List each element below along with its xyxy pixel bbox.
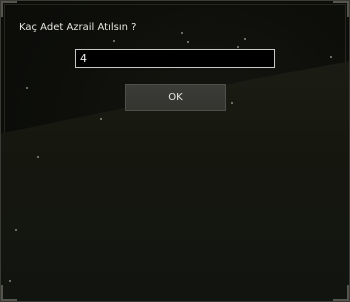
ok-button[interactable]: OK [125,84,226,111]
background-star [187,41,189,43]
background-star [26,87,28,89]
background-star [15,229,17,231]
background-star [181,32,183,34]
background-star [330,56,332,58]
quantity-dialog: Kaç Adet Azrail Atılsın ? OK [0,0,350,302]
background-star [231,102,233,104]
background-star [37,156,39,158]
background-star [9,280,11,282]
background-star [100,118,102,120]
frame-corner-top-right [333,1,349,17]
dialog-prompt: Kaç Adet Azrail Atılsın ? [19,22,137,33]
frame-corner-top-left [1,1,17,17]
background-star [237,46,239,48]
background-star [244,38,246,40]
background-star [113,40,115,42]
quantity-input[interactable] [75,49,275,68]
